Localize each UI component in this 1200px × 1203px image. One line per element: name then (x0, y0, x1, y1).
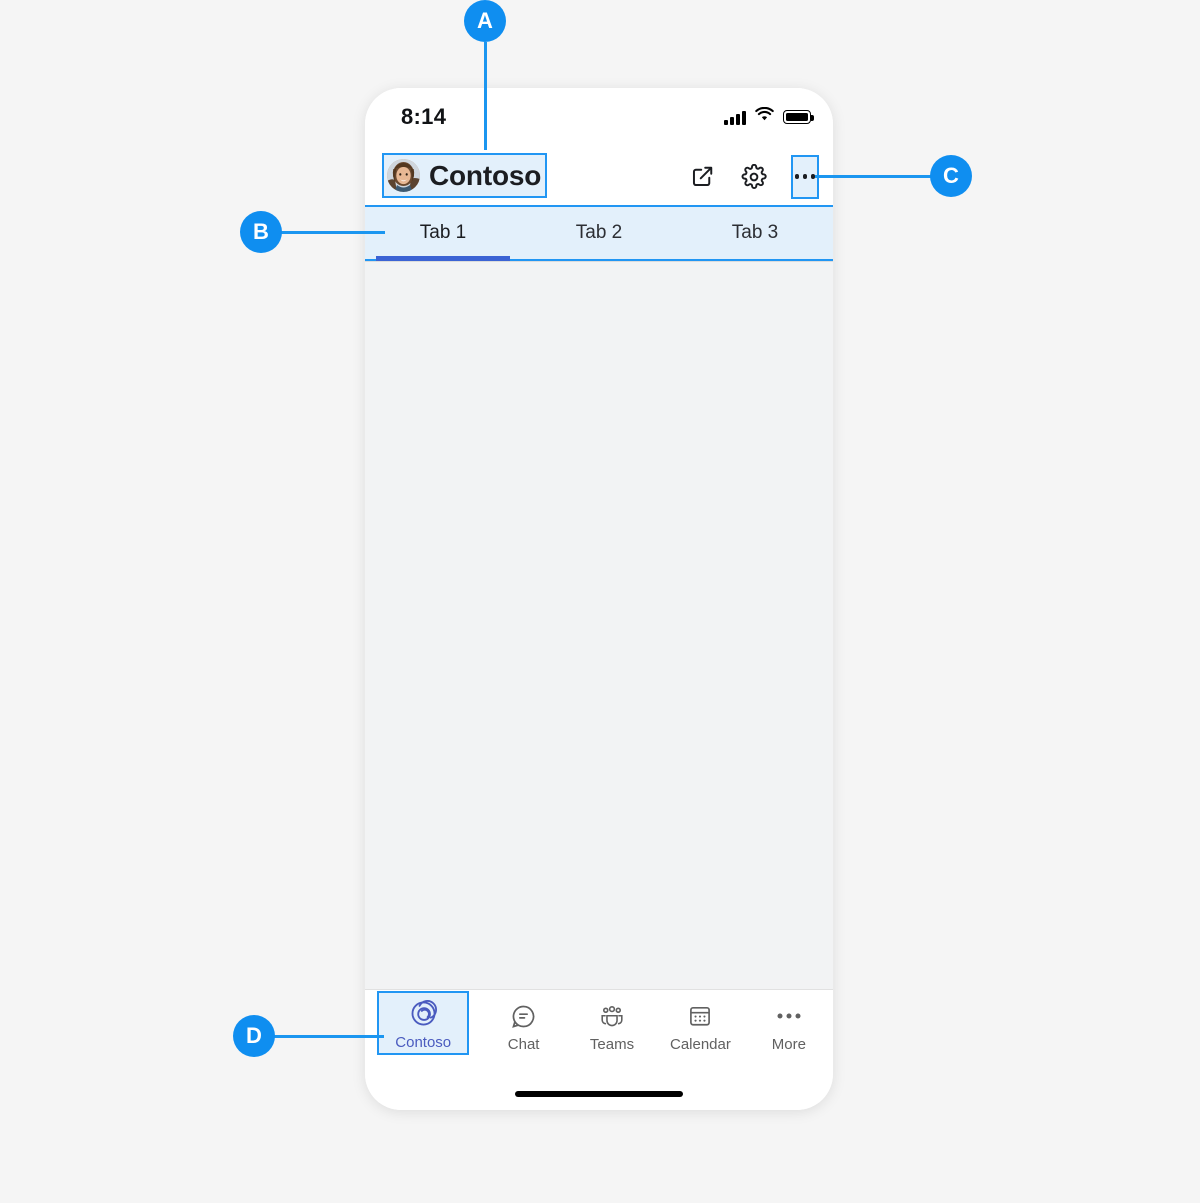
app-title: Contoso (429, 159, 542, 191)
callout-leader-b (281, 231, 385, 234)
tab-3-label: Tab 3 (731, 222, 779, 243)
bottom-nav-label-teams: Teams (589, 1036, 635, 1053)
contoso-spiral-icon (409, 999, 438, 1029)
tab-2[interactable]: Tab 2 (521, 207, 677, 259)
app-title-with-avatar[interactable]: Contoso (382, 153, 548, 198)
cellular-signal-icon (724, 110, 746, 125)
bottom-nav-label-calendar: Calendar (669, 1036, 731, 1053)
status-bar-icons (724, 106, 814, 127)
teams-people-icon (598, 1001, 626, 1031)
status-bar: 8:14 (365, 88, 833, 148)
bottom-nav-item-more[interactable]: More (745, 994, 833, 1060)
tab-1-label: Tab 1 (419, 222, 467, 243)
status-bar-time: 8:14 (401, 104, 447, 129)
callout-badge-a: A (464, 0, 506, 42)
phone-frame: 8:14 Contoso Tab 1 Tab 2 Tab 3 Contoso C… (365, 88, 833, 1110)
bottom-nav-item-teams[interactable]: Teams (568, 994, 656, 1060)
bottom-nav-label-contoso: Contoso (395, 1033, 452, 1051)
calendar-icon (687, 1001, 713, 1031)
battery-icon (783, 110, 814, 124)
home-indicator (515, 1091, 683, 1097)
avatar (387, 159, 420, 192)
callout-leader-a (484, 42, 487, 150)
callout-leader-c (815, 175, 931, 178)
tab-strip: Tab 1 Tab 2 Tab 3 (365, 205, 833, 261)
app-header: Contoso (365, 148, 833, 205)
gear-icon[interactable] (739, 162, 769, 192)
ellipsis-icon (775, 1001, 803, 1031)
callout-badge-b: B (240, 211, 282, 253)
callout-badge-d: D (233, 1015, 275, 1057)
bottom-nav-item-contoso[interactable]: Contoso (377, 991, 470, 1055)
tab-content-area (365, 261, 833, 1090)
bottom-nav-label-more: More (771, 1036, 806, 1053)
tab-3[interactable]: Tab 3 (677, 207, 833, 259)
bottom-nav-label-chat: Chat (507, 1036, 540, 1053)
tab-1[interactable]: Tab 1 (365, 207, 521, 261)
callout-badge-c: C (930, 155, 972, 197)
more-icon (794, 174, 816, 179)
open-in-new-icon[interactable] (687, 162, 717, 192)
bottom-nav-item-calendar[interactable]: Calendar (656, 994, 744, 1060)
wifi-icon (755, 106, 774, 127)
callout-leader-d (274, 1035, 384, 1038)
bottom-nav-items: Contoso Chat Teams Calendar More (365, 991, 833, 1060)
chat-bubble-icon (510, 1001, 537, 1031)
header-actions (687, 148, 819, 205)
bottom-nav-bar: Contoso Chat Teams Calendar More (365, 989, 833, 1110)
bottom-nav-item-chat[interactable]: Chat (479, 994, 567, 1060)
tab-2-label: Tab 2 (575, 222, 623, 243)
